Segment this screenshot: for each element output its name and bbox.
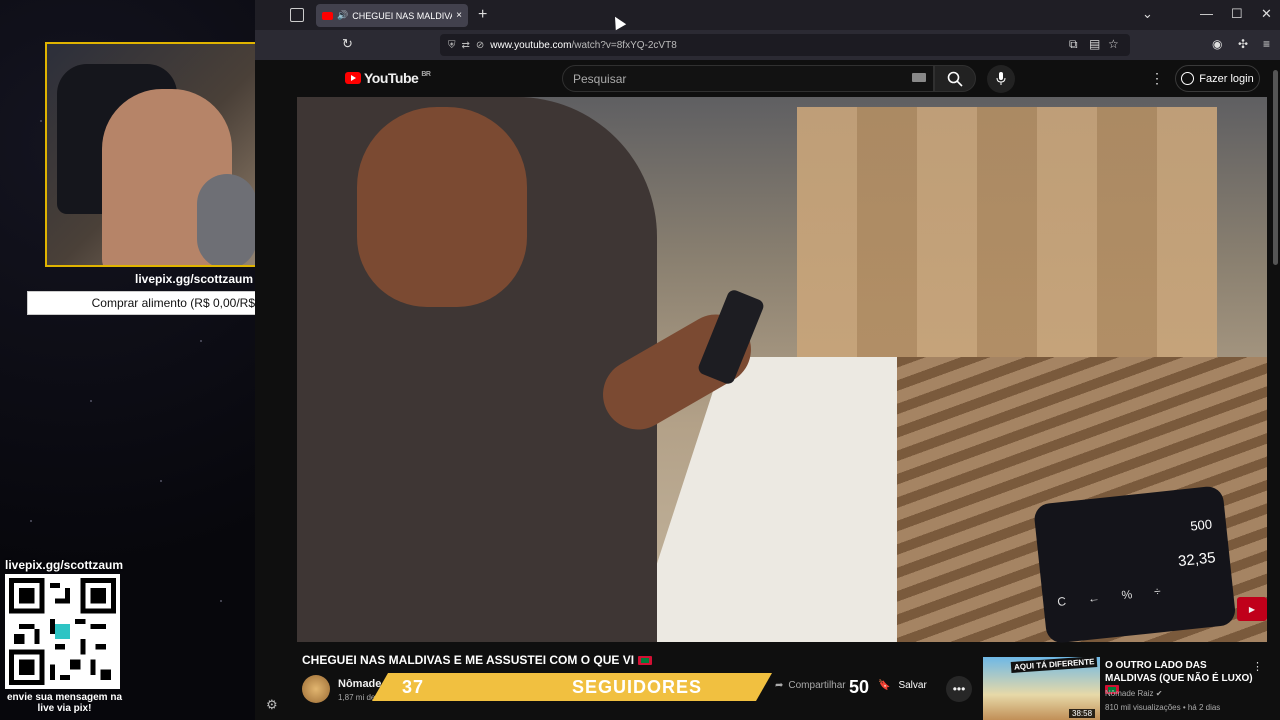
user-icon: [1181, 72, 1195, 85]
tab-close-icon[interactable]: ×: [456, 10, 462, 21]
search-button[interactable]: [934, 65, 976, 92]
menu-icon[interactable]: ≡: [1263, 37, 1270, 51]
followers-count: 37: [402, 676, 425, 697]
voice-search-button[interactable]: [987, 65, 1015, 93]
recommended-title-text: O OUTRO LADO DAS MALDIVAS (QUE NÃO É LUX…: [1105, 660, 1253, 684]
recommended-stats: 810 mil visualizações • há 2 dias: [1105, 703, 1221, 712]
youtube-play-icon: [345, 72, 361, 84]
channel-avatar[interactable]: [302, 675, 330, 703]
tab-title: CHEGUEI NAS MALDIVAS E: [352, 10, 452, 21]
url-path: /watch?v=8fxYQ-2cVT8: [571, 39, 677, 51]
recommendation-menu-icon[interactable]: ⋮: [1252, 660, 1263, 673]
qr-title: livepix.gg/scottzaum: [5, 558, 124, 572]
more-actions-button[interactable]: •••: [946, 676, 972, 702]
calculator-key: %: [1120, 587, 1133, 603]
video-duration: 38:58: [1069, 709, 1096, 718]
thumbnail-text: AQUI TÁ DIFERENTE: [1010, 657, 1098, 674]
more-options-icon[interactable]: ⋮: [1150, 70, 1164, 87]
list-all-tabs-icon[interactable]: ⌄: [1142, 6, 1153, 22]
calculator-key: ←: [1087, 590, 1101, 606]
followers-label: SEGUIDORES: [572, 676, 703, 697]
keyboard-icon[interactable]: [912, 73, 926, 82]
microphone-icon: [996, 72, 1006, 85]
video-title: CHEGUEI NAS MALDIVAS E ME ASSUSTEI COM O…: [302, 653, 653, 667]
region-code: BR: [421, 70, 431, 78]
url-text[interactable]: www.youtube.com/watch?v=8fxYQ-2cVT8: [490, 40, 676, 51]
qr-caption: envie sua mensagem na live via pix!: [6, 692, 123, 714]
gear-icon[interactable]: ⚙: [266, 697, 278, 713]
youtube-favicon-icon: [322, 11, 333, 20]
address-bar[interactable]: ⛨ ⇄ ⊘ www.youtube.com/watch?v=8fxYQ-2cVT…: [440, 34, 1130, 56]
calculator-value-top: 500: [1189, 516, 1213, 534]
followers-goal-bar: 37 SEGUIDORES: [372, 673, 772, 701]
channel-subscribers: 1,87 mi de: [338, 693, 376, 702]
livepix-handle: livepix.gg/scottzaum: [135, 272, 254, 286]
calculator-phone: 500 32,35 C ← % ÷: [1033, 485, 1237, 645]
login-button[interactable]: Fazer login: [1175, 65, 1260, 92]
recommended-channel-name: Nômade Raiz: [1105, 689, 1154, 698]
share-label: Compartilhar: [788, 680, 846, 691]
search-icon: [947, 71, 963, 87]
tracking-icon[interactable]: ⊘: [476, 40, 484, 51]
share-icon: ➦: [775, 680, 784, 691]
login-label: Fazer login: [1199, 72, 1254, 85]
close-window-button[interactable]: ✕: [1261, 6, 1272, 22]
url-domain: www.youtube.com: [490, 39, 572, 51]
page-scrollbar[interactable]: [1273, 70, 1278, 265]
bookmark-star-icon[interactable]: ☆: [1108, 37, 1119, 51]
new-tab-button[interactable]: +: [478, 6, 487, 24]
channel-watermark-icon[interactable]: ▶: [1237, 597, 1267, 621]
maximize-button[interactable]: ☐: [1231, 6, 1243, 22]
youtube-logo-text: YouTube: [364, 70, 419, 86]
verified-icon: ✔: [1155, 689, 1163, 698]
tab-youtube-video[interactable]: 🔊 CHEGUEI NAS MALDIVAS E ×: [316, 4, 468, 27]
calculator-key: ÷: [1153, 584, 1162, 599]
reload-icon[interactable]: ↻: [342, 36, 353, 52]
bookmark-icon: 🔖: [878, 680, 891, 691]
followers-goal-target: 50: [849, 677, 870, 697]
permissions-icon[interactable]: ⇄: [462, 40, 470, 51]
recommended-channel[interactable]: Nômade Raiz ✔: [1105, 689, 1162, 698]
calculator-value-bottom: 32,35: [1177, 549, 1217, 571]
youtube-logo[interactable]: YouTube BR: [345, 70, 431, 86]
extensions-icon[interactable]: ✣: [1238, 37, 1248, 51]
video-title-text: CHEGUEI NAS MALDIVAS E ME ASSUSTEI COM O…: [302, 653, 635, 667]
maldives-flag-icon: [638, 655, 653, 665]
picture-in-picture-icon[interactable]: ⧉: [1069, 37, 1078, 52]
calculator-key: C: [1056, 594, 1067, 609]
shield-icon[interactable]: ⛨: [448, 40, 456, 51]
tab-list-icon[interactable]: [290, 8, 304, 22]
pix-qr-code: [5, 574, 120, 689]
search-input[interactable]: Pesquisar: [562, 65, 934, 92]
save-label: Salvar: [898, 680, 927, 691]
save-button[interactable]: 🔖 Salvar: [878, 680, 927, 691]
minimize-button[interactable]: —: [1200, 6, 1213, 21]
account-icon[interactable]: ◉: [1212, 37, 1222, 51]
share-button[interactable]: ➦ Compartilhar: [775, 680, 846, 691]
reader-view-icon[interactable]: ▤: [1089, 37, 1100, 51]
speaker-icon[interactable]: 🔊: [337, 10, 348, 21]
